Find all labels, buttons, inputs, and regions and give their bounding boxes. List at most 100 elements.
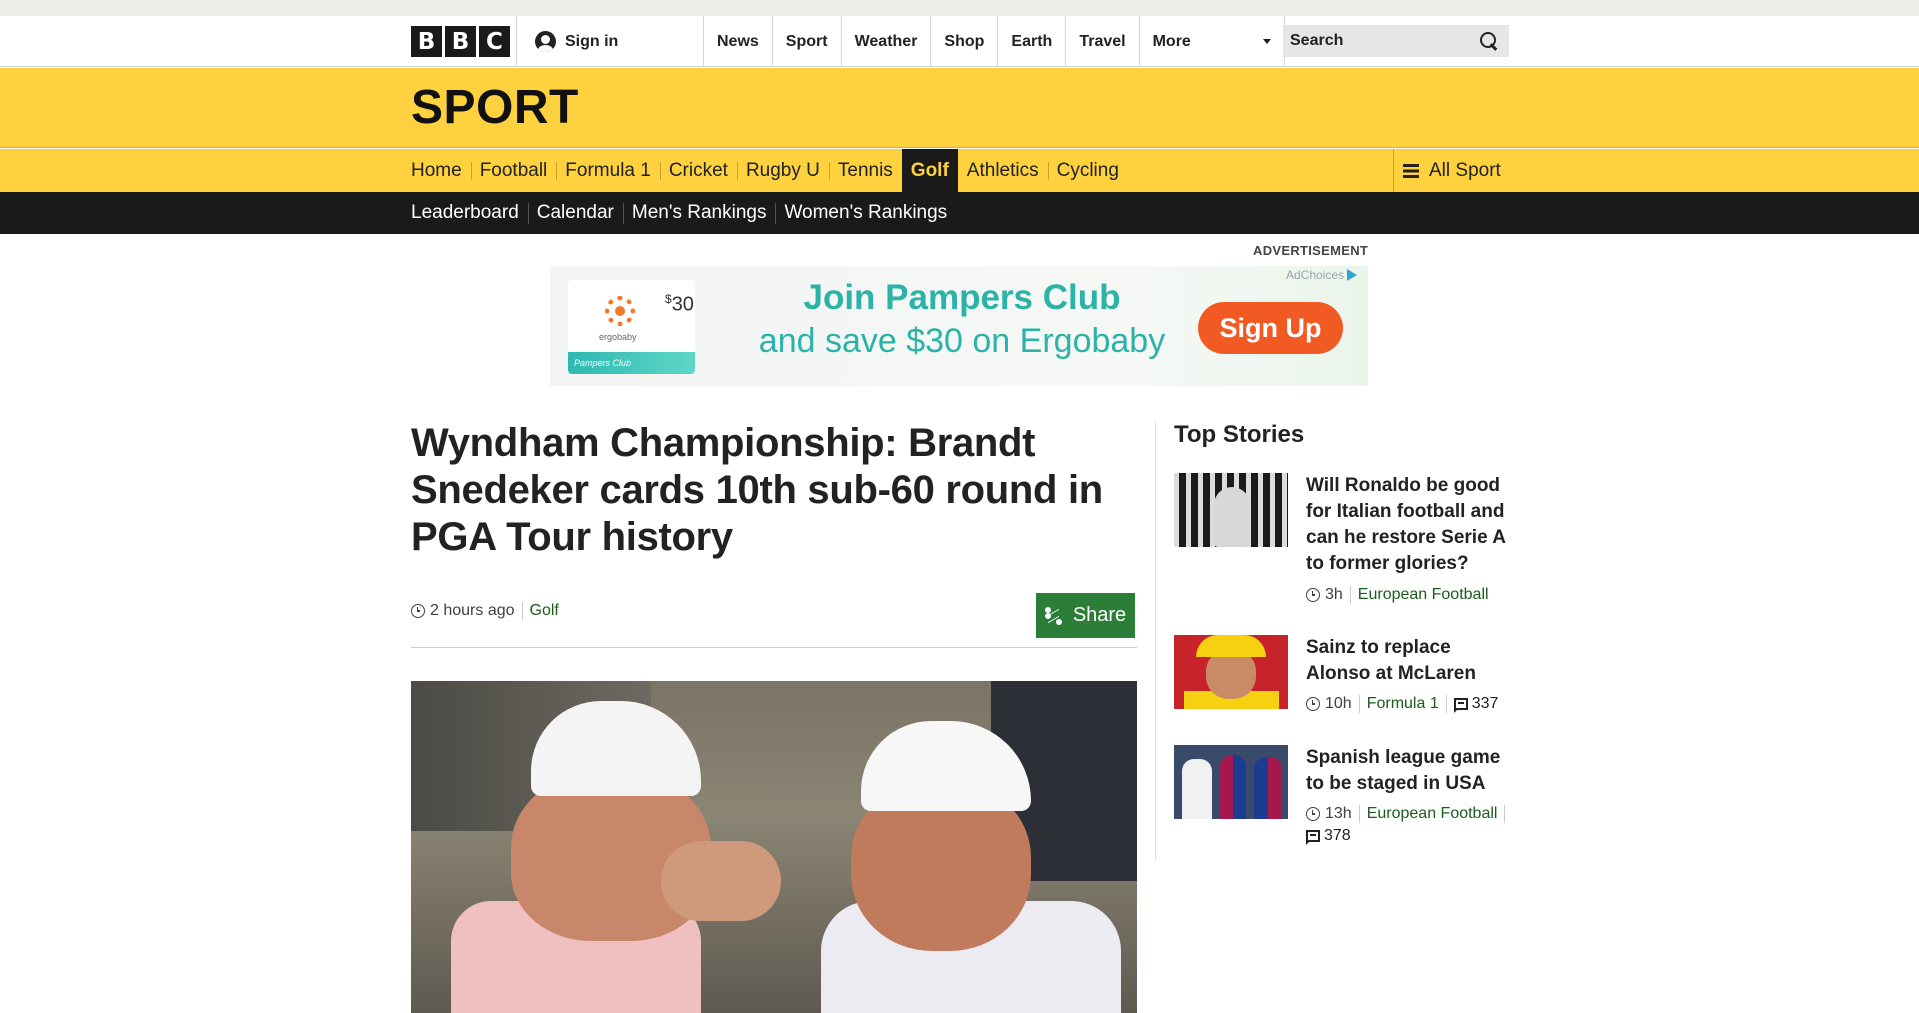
story-title[interactable]: Spanish league game to be staged in USA [1306,745,1516,797]
clock-icon [1306,807,1320,821]
sub-tab-calendar[interactable]: Calendar [527,202,623,224]
nav-link-weather[interactable]: Weather [840,16,931,67]
golf-sub-nav: Leaderboard Calendar Men's Rankings Wome… [0,192,1919,234]
tab-cricket[interactable]: Cricket [659,149,737,192]
sport-tabs: Home Football Formula 1 Cricket Rugby U … [411,149,1128,192]
sport-nav: Home Football Formula 1 Cricket Rugby U … [0,149,1919,192]
bbc-logo[interactable]: B B C [411,26,510,57]
ad-product-image: ergobaby $30 Pampers Club [568,280,695,374]
meta-divider [1358,805,1360,823]
story-meta: 10h Formula 1 337 [1306,695,1536,713]
ad-card-text: Pampers Club [574,358,632,368]
ad-price-symbol: $ [665,292,672,306]
nav-link-travel[interactable]: Travel [1065,16,1138,67]
menu-icon [1403,163,1419,178]
golfer-figure [801,711,1131,1013]
story-title[interactable]: Sainz to replace Alonso at McLaren [1306,635,1516,687]
advertisement-label: ADVERTISEMENT [1253,243,1369,258]
article-topic-link[interactable]: Golf [530,602,559,620]
share-icon [1044,606,1063,625]
ad-price-value: 30 [671,293,694,316]
tab-cycling[interactable]: Cycling [1047,149,1128,192]
clock-icon [1306,588,1320,602]
all-sport-label: All Sport [1429,159,1501,181]
comments-count[interactable]: 337 [1453,695,1499,713]
comment-icon [1453,698,1468,713]
story-thumbnail[interactable] [1174,745,1288,819]
share-button[interactable]: Share [1036,593,1135,638]
fist-bump [661,841,781,921]
ergobaby-logo-icon [605,296,635,326]
story-thumbnail[interactable] [1174,473,1288,547]
sub-tab-womens-rankings[interactable]: Women's Rankings [775,202,956,224]
tab-golf[interactable]: Golf [901,149,958,192]
meta-divider [1504,805,1506,823]
tab-tennis[interactable]: Tennis [828,149,902,192]
adchoices-link[interactable]: AdChoices [1286,268,1358,282]
story-time: 10h [1325,695,1352,712]
page-title[interactable]: SPORT [411,80,579,135]
nav-link-news[interactable]: News [703,16,772,67]
story-title[interactable]: Will Ronaldo be good for Italian footbal… [1306,473,1516,577]
logo-letter: C [479,26,510,57]
ad-signup-button[interactable]: Sign Up [1198,302,1343,354]
search-icon[interactable] [1479,31,1499,51]
ad-price: $30 [665,292,694,317]
sub-tabs: Leaderboard Calendar Men's Rankings Wome… [411,192,956,234]
ad-headline: Join Pampers Club [803,278,1121,317]
article-headline: Wyndham Championship: Brandt Snedeker ca… [411,421,1103,559]
sub-tab-mens-rankings[interactable]: Men's Rankings [622,202,776,224]
ad-subline: and save $30 on Ergobaby [758,322,1166,360]
search-placeholder: Search [1290,32,1344,49]
user-icon [535,31,556,52]
story-topic-link[interactable]: Formula 1 [1367,695,1439,713]
more-label: More [1152,32,1191,50]
meta-divider [521,602,523,620]
all-sport-button[interactable]: All Sport [1393,149,1510,192]
nav-link-earth[interactable]: Earth [997,16,1065,67]
nav-link-shop[interactable]: Shop [930,16,997,67]
comments-value: 378 [1324,827,1351,844]
story-topic-link[interactable]: European Football [1367,805,1498,823]
tab-athletics[interactable]: Athletics [958,149,1048,192]
clock-icon [411,604,425,618]
nav-link-sport[interactable]: Sport [771,16,841,67]
story-item[interactable]: Will Ronaldo be good for Italian footbal… [1174,473,1514,613]
article-meta: 2 hours ago Golf [411,602,559,620]
story-item[interactable]: Sainz to replace Alonso at McLaren 10h F… [1174,635,1514,725]
global-nav: B B C Sign in News Sport Weather Shop Ea… [0,16,1919,67]
ad-card: Pampers Club [568,352,695,374]
sidebar-divider [1155,421,1156,861]
story-time: 13h [1325,805,1352,822]
tab-home[interactable]: Home [411,149,471,192]
story-topic-link[interactable]: European Football [1358,586,1489,604]
top-strip [0,0,1919,16]
article-timestamp: 2 hours ago [430,602,515,619]
global-nav-links: News Sport Weather Shop Earth Travel Mor… [703,16,1285,67]
top-stories-title: Top Stories [1174,421,1305,448]
story-item[interactable]: Spanish league game to be staged in USA … [1174,745,1514,855]
share-label: Share [1072,604,1127,626]
story-meta: 13h European Football 378 [1306,805,1516,845]
article-hero-image[interactable] [411,681,1137,1013]
story-time: 3h [1325,586,1343,603]
sport-header: SPORT [0,68,1919,148]
clock-icon [1306,697,1320,711]
meta-divider [1445,695,1447,713]
meta-divider [1349,586,1351,604]
chevron-down-icon [1262,39,1271,44]
divider [411,647,1137,648]
tab-rugby-union[interactable]: Rugby U [736,149,829,192]
tab-formula-1[interactable]: Formula 1 [556,149,660,192]
signin-label: Sign in [565,32,619,50]
comments-value: 337 [1471,695,1499,712]
signin-link[interactable]: Sign in [516,16,704,67]
nav-more-dropdown[interactable]: More [1138,16,1285,67]
ad-banner[interactable]: ergobaby $30 Pampers Club Join Pampers C… [550,266,1368,386]
sub-tab-leaderboard[interactable]: Leaderboard [411,202,528,224]
adchoices-icon [1347,269,1358,281]
story-thumbnail[interactable] [1174,635,1288,709]
search-input[interactable]: Search [1283,25,1509,57]
comments-count[interactable]: 378 [1306,827,1351,845]
tab-football[interactable]: Football [470,149,557,192]
